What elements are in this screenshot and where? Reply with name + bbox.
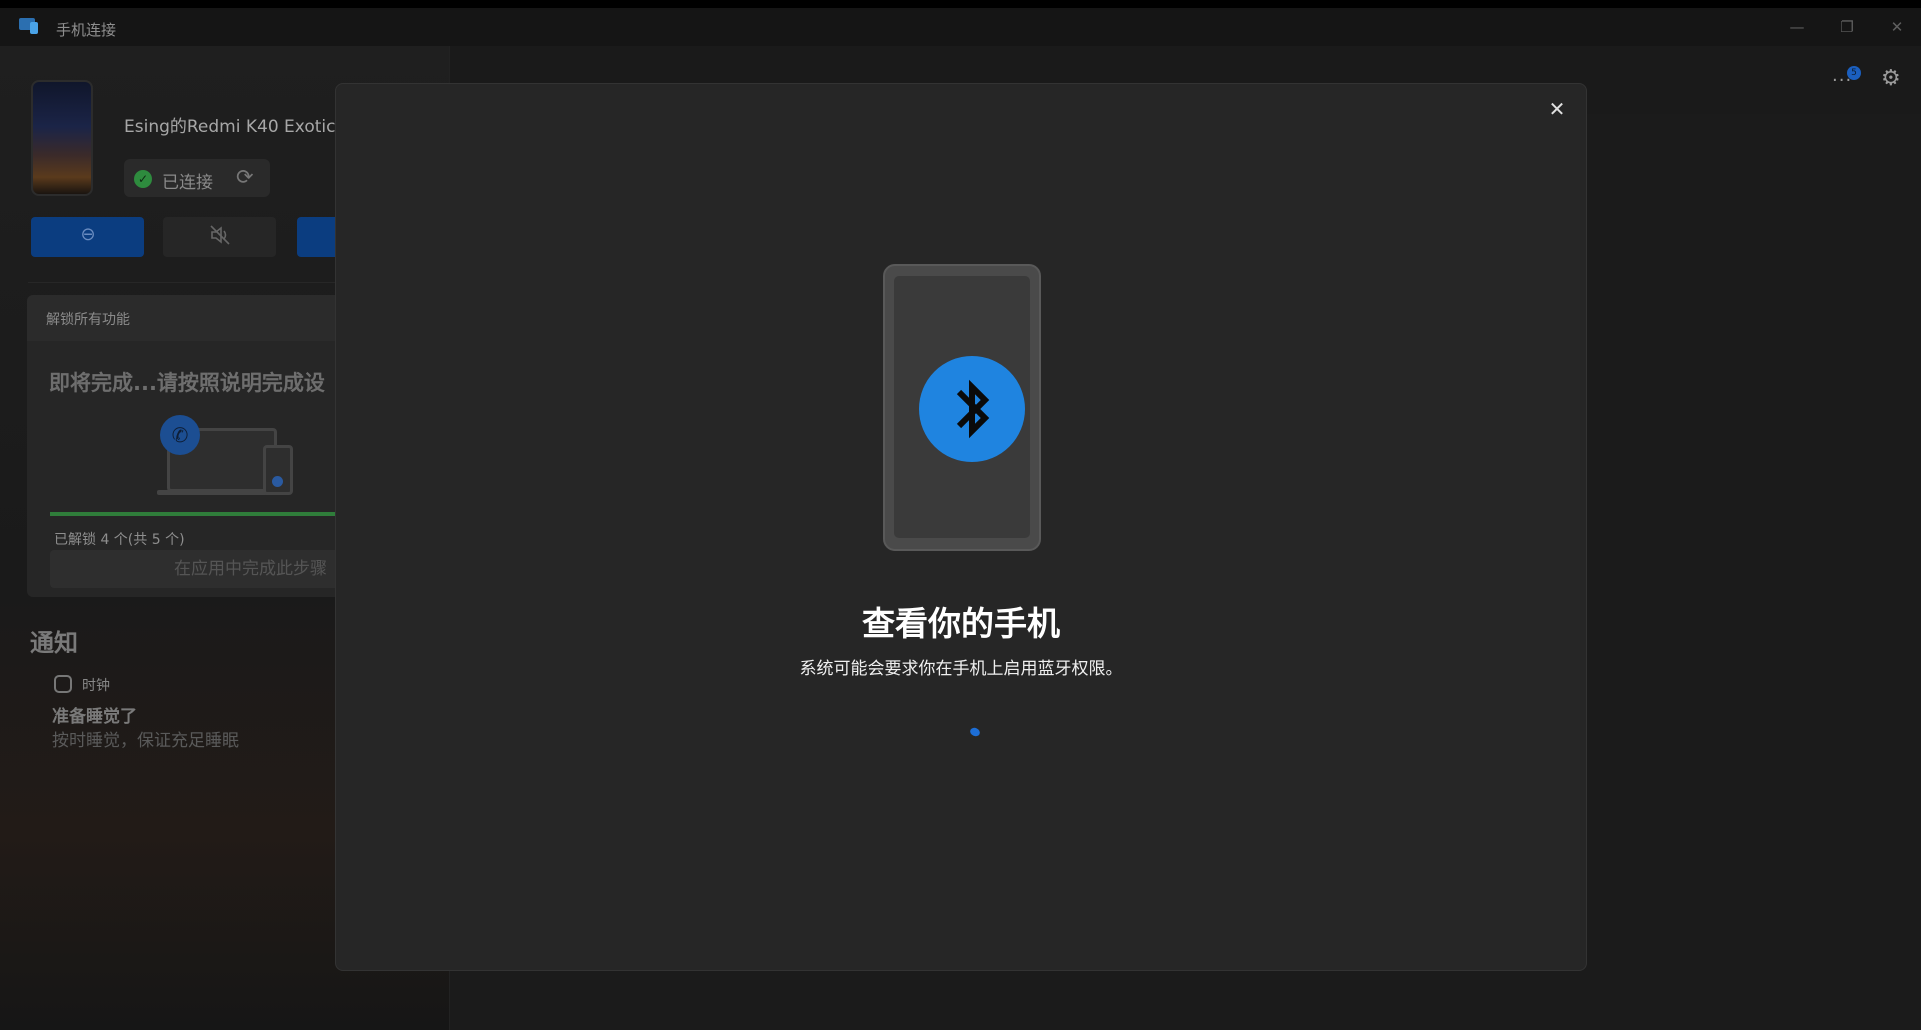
phone-wallpaper-thumbnail bbox=[31, 80, 93, 196]
connection-status: ✓ 已连接 ⟳ bbox=[124, 159, 270, 197]
close-dialog-button[interactable]: ✕ bbox=[1542, 94, 1572, 124]
app-window: 手机连接 — ❐ ✕ Esing的Redmi K40 Exotic ✓ 已连接 … bbox=[0, 8, 1921, 1030]
connection-status-label: 已连接 bbox=[162, 173, 213, 193]
phone-call-icon: ✆ bbox=[160, 415, 200, 455]
bluetooth-icon bbox=[919, 356, 1025, 462]
window-title: 手机连接 bbox=[56, 21, 117, 39]
minimize-button[interactable]: — bbox=[1777, 14, 1817, 40]
phone-illustration-icon bbox=[263, 445, 293, 495]
unlock-card-title: 即将完成...请按照说明完成设 bbox=[49, 371, 325, 395]
notifications-heading: 通知 bbox=[30, 629, 78, 657]
mute-button[interactable] bbox=[163, 217, 276, 257]
notification-title: 准备睡觉了 bbox=[52, 707, 137, 727]
phone-badge-icon bbox=[272, 476, 283, 487]
bluetooth-permission-dialog: ✕ 查看你的手机 系统可能会要求你在手机上启用蓝牙权限。 bbox=[335, 83, 1587, 971]
settings-gear-icon[interactable]: ⚙ bbox=[1881, 66, 1901, 91]
notification-count-badge: 5 bbox=[1847, 66, 1861, 80]
app-icon bbox=[19, 18, 38, 34]
do-not-disturb-button[interactable]: ⊖ bbox=[31, 217, 144, 257]
device-name: Esing的Redmi K40 Exotic bbox=[124, 117, 336, 137]
do-not-disturb-icon: ⊖ bbox=[80, 224, 96, 245]
unlock-card-header-label: 解锁所有功能 bbox=[46, 312, 130, 328]
unlock-progress-text: 已解锁 4 个(共 5 个) bbox=[54, 532, 185, 548]
unlock-progress-fill bbox=[50, 512, 368, 516]
refresh-icon[interactable]: ⟳ bbox=[236, 165, 254, 189]
maximize-button[interactable]: ❐ bbox=[1827, 14, 1867, 40]
speaker-mute-icon bbox=[210, 225, 230, 245]
phone-screen bbox=[894, 276, 1030, 538]
close-window-button[interactable]: ✕ bbox=[1877, 14, 1917, 40]
title-bar: 手机连接 — ❐ ✕ bbox=[0, 8, 1921, 46]
clock-icon bbox=[54, 675, 72, 693]
phone-illustration bbox=[883, 264, 1041, 551]
connected-check-icon: ✓ bbox=[134, 170, 152, 188]
loading-spinner-icon bbox=[968, 726, 982, 738]
notification-body: 按时睡觉，保证充足睡眠 bbox=[52, 731, 239, 751]
dialog-subtitle: 系统可能会要求你在手机上启用蓝牙权限。 bbox=[799, 659, 1123, 679]
notification-app-name: 时钟 bbox=[82, 678, 110, 694]
dialog-title: 查看你的手机 bbox=[862, 604, 1060, 643]
